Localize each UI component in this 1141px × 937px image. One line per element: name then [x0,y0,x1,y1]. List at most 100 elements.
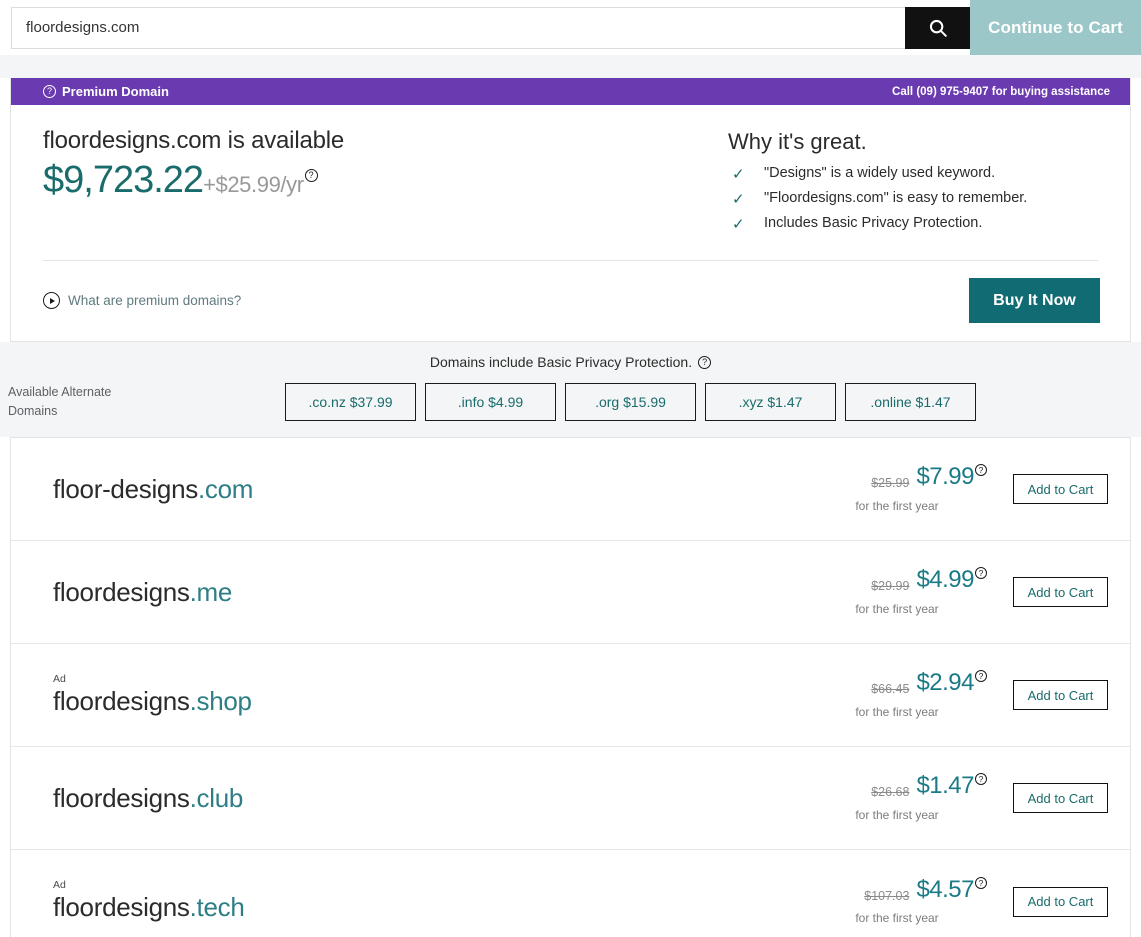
alternate-domain-chip[interactable]: .org $15.99 [565,383,696,421]
original-price: $25.99 [871,476,910,491]
domain-sld: floordesigns [53,685,190,716]
price-line: $66.45 $2.94? [813,669,987,697]
add-to-cart-button[interactable]: Add to Cart [1013,783,1108,813]
domain-name-wrap: floordesigns.club [53,783,813,814]
sale-price: $4.99 [916,566,974,594]
alternate-domains-row: Available Alternate Domains .co.nz $37.9… [0,383,1141,421]
alternate-domain-chips: .co.nz $37.99 .info $4.99 .org $15.99 .x… [285,383,976,421]
alternate-domains-label-line1: Available Alternate [8,385,112,399]
ad-label: Ad [53,672,66,685]
domain-sld: floordesigns [53,892,190,922]
question-circle-icon[interactable]: ? [304,169,318,182]
search-input[interactable] [11,6,905,49]
premium-domain-card: ? Premium Domain Call (09) 975-9407 for … [10,78,1131,342]
question-circle-icon[interactable]: ? [975,773,987,786]
price-line: $25.99 $7.99? [813,463,987,491]
domain-available-headline: floordesigns.com is available [43,127,345,154]
domain-name[interactable]: floordesigns.tech [53,892,813,923]
domain-sld: floor-designs [53,473,198,504]
first-year-note: for the first year [855,807,939,822]
buy-it-now-button[interactable]: Buy It Now [969,278,1100,323]
domain-tld: .club [189,782,244,813]
domain-price-block: $29.99 $4.99? for the first year [813,566,1013,616]
domain-result-row: Ad floordesigns.tech $107.03 $4.57? for the … [11,850,1130,937]
question-circle-icon[interactable]: ? [975,670,987,683]
top-spacer [0,55,1141,78]
question-circle-icon[interactable]: ? [975,464,987,477]
domain-sld: floordesigns [53,782,190,813]
add-to-cart-button[interactable]: Add to Cart [1013,886,1108,917]
sale-price: $7.99 [916,463,974,491]
premium-body: floordesigns.com is available $9,723.22 … [11,105,1130,240]
add-to-cart-button[interactable]: Add to Cart [1013,577,1108,607]
question-circle-icon[interactable]: ? [975,567,987,580]
domain-result-row: Ad floordesigns.shop $66.45 $2.94? for the f… [11,644,1130,747]
alternate-domains-section: Domains include Basic Privacy Protection… [0,342,1141,437]
check-icon: ✓ [732,166,745,183]
question-circle-icon[interactable]: ? [975,876,987,889]
domain-name[interactable]: floor-designs.com [53,474,813,505]
premium-price-row: $9,723.22 +$25.99/yr ? [43,161,728,199]
what-are-premium-domains-label: What are premium domains? [68,293,242,308]
premium-badge: ? Premium Domain [43,84,169,99]
search-group [11,6,970,49]
price-line: $26.68 $1.47? [813,772,987,800]
why-its-great-block: Why it's great. ✓ "Designs" is a widely … [728,127,1098,240]
domain-price-block: $107.03 $4.57? for the first year [813,875,1013,925]
ad-label: Ad [53,879,66,891]
continue-to-cart-button[interactable]: Continue to Cart [970,0,1141,55]
sale-price: $2.94 [916,669,974,697]
why-item-label: Includes Basic Privacy Protection. [764,215,983,231]
search-button[interactable] [905,6,970,49]
price-line: $29.99 $4.99? [813,566,987,594]
top-search-bar: Continue to Cart [0,0,1141,55]
original-price: $107.03 [864,888,910,903]
search-icon [929,19,947,37]
alternate-domain-chip[interactable]: .co.nz $37.99 [285,383,416,421]
alternate-domain-chip[interactable]: .info $4.99 [425,383,556,421]
domain-result-row: floordesigns.club $26.68 $1.47? for the fir… [11,747,1130,850]
sale-price: $4.57 [916,875,974,903]
domain-name[interactable]: floordesigns.me [53,577,813,608]
first-year-note: for the first year [855,601,939,616]
domain-name-wrap: Ad floordesigns.tech [53,880,813,923]
play-circle-icon [43,292,60,309]
add-to-cart-button[interactable]: Add to Cart [1013,474,1108,504]
why-item-label: "Designs" is a widely used keyword. [764,165,996,181]
domain-results-list: floor-designs.com $25.99 $7.99? for the fir… [10,437,1131,937]
domain-name[interactable]: floordesigns.shop [53,686,813,717]
alternate-domain-chip[interactable]: .online $1.47 [845,383,976,421]
domain-name[interactable]: floordesigns.club [53,783,813,814]
premium-badge-label: Premium Domain [62,84,169,99]
why-item: ✓ "Designs" is a widely used keyword. [728,165,1098,183]
domain-tld: .me [189,576,233,607]
why-item: ✓ "Floordesigns.com" is easy to remember… [728,190,1098,208]
alternate-domain-chip[interactable]: .xyz $1.47 [705,383,836,421]
sale-price: $1.47 [916,772,974,800]
original-price: $66.45 [871,682,910,697]
premium-renewal-price: +$25.99/yr [203,172,304,197]
premium-footer: What are premium domains? Buy It Now [11,261,1130,341]
what-are-premium-domains-link[interactable]: What are premium domains? [43,292,241,309]
domain-tld: .tech [189,892,245,922]
check-icon: ✓ [732,191,745,208]
alternate-domains-label-line2: Domains [8,404,58,418]
original-price: $26.68 [871,785,910,800]
domain-name-wrap: Ad floordesigns.shop [53,672,813,717]
question-circle-icon[interactable]: ? [698,355,712,369]
domain-price-block: $25.99 $7.99? for the first year [813,463,1013,513]
original-price: $29.99 [871,579,910,594]
question-circle-icon[interactable]: ? [43,85,56,98]
premium-banner: ? Premium Domain Call (09) 975-9407 for … [11,78,1130,105]
domain-sld: floordesigns [53,576,190,607]
add-to-cart-button[interactable]: Add to Cart [1013,680,1108,710]
domain-result-row: floordesigns.me $29.99 $4.99? for the first… [11,541,1130,644]
premium-price: $9,723.22 [43,159,204,201]
why-item-label: "Floordesigns.com" is easy to remember. [764,190,1028,206]
domain-tld: .com [197,473,254,504]
why-its-great-title: Why it's great. [728,129,867,154]
price-line: $107.03 $4.57? [813,875,987,903]
privacy-protection-note: Domains include Basic Privacy Protection… [0,354,1141,370]
buying-assistance-phone[interactable]: Call (09) 975-9407 for buying assistance [892,86,1110,98]
privacy-protection-label: Domains include Basic Privacy Protection… [429,354,693,370]
